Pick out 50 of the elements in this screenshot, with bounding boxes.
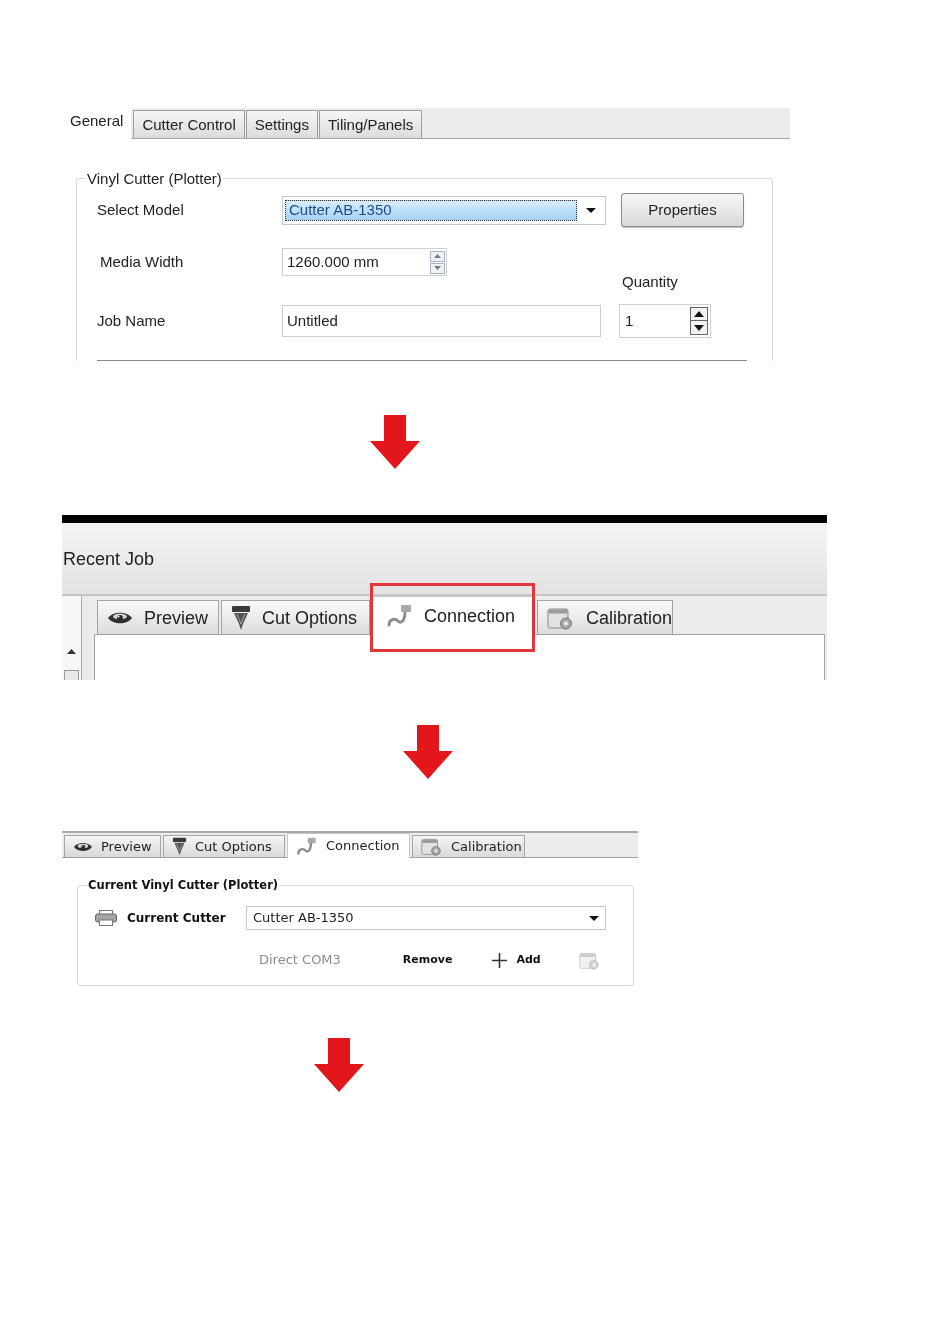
quantity-field[interactable]: 1 — [619, 304, 711, 338]
header-title: Recent Job — [62, 547, 155, 570]
machine-gear-icon — [547, 605, 575, 630]
tab[interactable]: Cutter Control — [133, 110, 245, 138]
tab[interactable]: Connection — [287, 833, 410, 858]
tab[interactable]: Cut Options — [221, 600, 370, 634]
model-dropdown[interactable]: Cutter AB-1350 — [282, 195, 606, 225]
properties-button[interactable]: Properties — [621, 193, 744, 227]
down-arrow-icon — [314, 1038, 364, 1092]
printer-icon — [95, 910, 117, 926]
tab[interactable]: Cut Options — [163, 835, 285, 857]
field-label: Job Name — [97, 312, 166, 329]
down-arrow-icon — [694, 324, 704, 331]
field-label: Select Model — [97, 201, 184, 218]
tab[interactable]: Calibration — [412, 835, 525, 857]
scroll-up-icon[interactable] — [67, 649, 76, 654]
spin-up-button[interactable] — [691, 308, 707, 321]
connection-status: Direct COM3 — [259, 952, 341, 968]
cable-icon — [296, 836, 318, 856]
tab[interactable]: Connection — [372, 596, 535, 635]
job-name-field[interactable]: Untitled — [282, 305, 601, 337]
down-arrow-icon — [434, 266, 441, 270]
tab[interactable]: Preview — [97, 600, 219, 634]
group-title: Current Vinyl Cutter (Plotter) — [87, 878, 280, 892]
selected-value: Cutter AB-1350 — [285, 199, 577, 221]
up-arrow-icon — [434, 254, 441, 258]
cutter-head-icon — [231, 604, 251, 631]
cutter-head-icon — [172, 837, 187, 856]
down-arrow-icon — [370, 415, 420, 469]
tab[interactable]: Settings — [245, 110, 318, 138]
remove-button[interactable]: Remove — [402, 953, 453, 967]
eye-icon — [73, 840, 93, 853]
plus-icon — [492, 952, 508, 968]
cutter-dropdown[interactable]: Cutter AB-1350 — [246, 906, 606, 930]
down-arrow-icon — [403, 725, 453, 779]
group-title: Vinyl Cutter (Plotter) — [86, 170, 223, 187]
add-button[interactable]: Add — [492, 952, 541, 968]
up-arrow-icon — [694, 311, 704, 317]
field-label: Current Cutter — [127, 910, 226, 926]
spin-down-button[interactable] — [691, 321, 707, 334]
tab[interactable]: Tiling/Panels — [318, 110, 423, 138]
field-label: Media Width — [100, 253, 184, 271]
tab[interactable]: Calibration — [537, 600, 673, 634]
field-label: Quantity — [622, 273, 678, 290]
cable-icon — [386, 604, 414, 628]
caret-icon — [589, 915, 599, 921]
scroll-thumb[interactable] — [64, 670, 79, 680]
tab[interactable]: Preview — [64, 835, 161, 857]
tab[interactable]: General — [62, 108, 132, 139]
caret-icon — [586, 207, 596, 213]
